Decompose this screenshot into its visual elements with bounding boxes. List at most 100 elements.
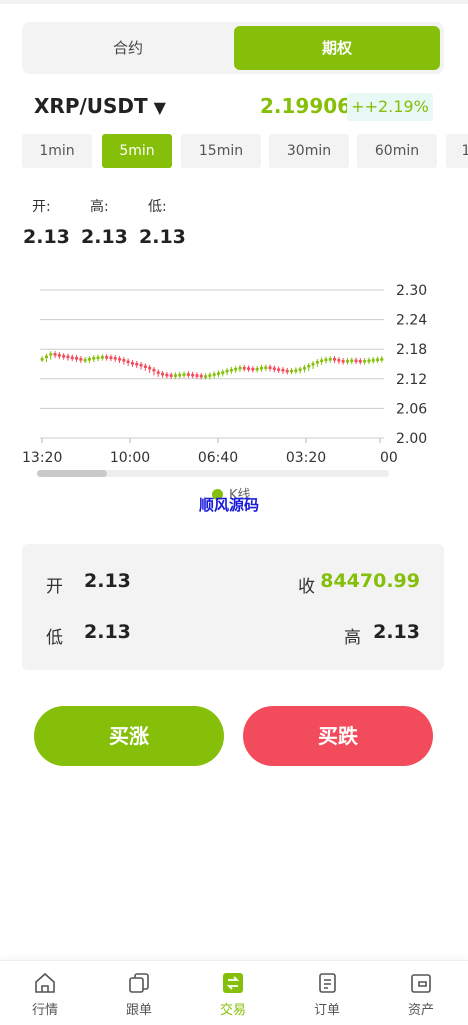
- bottom-nav: 行情 跟单 交易 订单 资产: [0, 960, 468, 1025]
- candle: [345, 360, 349, 363]
- candle: [212, 373, 216, 376]
- candle: [135, 363, 139, 366]
- candle: [191, 373, 195, 377]
- nav-label-trade: 交易: [219, 1003, 246, 1018]
- candle: [242, 366, 246, 370]
- candle: [139, 363, 143, 367]
- price-change-badge: ++2.19%: [347, 93, 433, 121]
- y-tick-label: 2.30: [396, 283, 427, 299]
- candle: [307, 364, 311, 368]
- candle: [156, 371, 160, 374]
- wallet-icon: [411, 974, 431, 993]
- interval-30min[interactable]: 30min: [269, 134, 349, 168]
- buy-up-button[interactable]: 买涨: [34, 706, 224, 766]
- interval-1min[interactable]: 1min: [22, 134, 92, 168]
- candle: [195, 374, 199, 377]
- nav-item-market[interactable]: 行情: [15, 969, 75, 1018]
- candle: [62, 355, 66, 358]
- candle: [272, 367, 276, 370]
- y-tick-label: 2.06: [396, 401, 427, 417]
- summary-low-label: 低: [46, 628, 63, 648]
- home-icon: [35, 972, 55, 993]
- candle: [57, 354, 61, 357]
- nav-label-assets: 资产: [407, 1003, 434, 1018]
- copy-icon: [129, 973, 149, 993]
- candle: [251, 367, 255, 371]
- candle: [49, 353, 53, 356]
- caret-down-icon: ▼: [153, 98, 166, 117]
- tab-contract[interactable]: 合约: [28, 26, 228, 70]
- candle: [341, 360, 345, 363]
- nav-item-trade[interactable]: 交易: [203, 969, 263, 1018]
- interval-15min[interactable]: 15min: [181, 134, 261, 168]
- interval-bar: 1min 5min 15min 30min 60min 1: [22, 134, 468, 168]
- candle: [152, 368, 156, 372]
- candle: [92, 357, 96, 360]
- y-tick-label: 2.18: [396, 342, 427, 358]
- candle: [333, 358, 337, 361]
- nav-item-assets[interactable]: 资产: [391, 969, 451, 1018]
- nav-label-orders: 订单: [313, 1003, 340, 1018]
- candle: [350, 359, 354, 363]
- candle: [363, 360, 367, 363]
- candle: [298, 368, 302, 371]
- candle: [337, 359, 341, 362]
- orders-icon: [319, 973, 336, 993]
- summary-card: 开 2.13 收 84470.99 低 2.13 高 2.13: [22, 544, 444, 670]
- candle: [186, 373, 190, 376]
- summary-high-label: 高: [344, 628, 361, 648]
- candle: [105, 356, 109, 359]
- summary-close-value: 84470.99: [320, 570, 420, 592]
- candle: [302, 366, 306, 370]
- candle: [268, 366, 272, 369]
- interval-more[interactable]: 1: [446, 134, 468, 168]
- candle: [118, 358, 122, 361]
- candle: [148, 366, 152, 370]
- summary-open-label: 开: [46, 577, 63, 597]
- candle: [320, 359, 324, 363]
- kline-chart[interactable]: 2.30 2.24 2.18 2.12 2.06 2.00 13:20 10:00 06:40 0…: [22, 276, 446, 468]
- nav-item-orders[interactable]: 订单: [297, 969, 357, 1018]
- candle: [122, 359, 126, 362]
- trade-type-tabs: 合约 期权: [22, 22, 444, 74]
- nav-item-copy[interactable]: 跟单: [109, 969, 169, 1018]
- interval-60min[interactable]: 60min: [357, 134, 437, 168]
- candle: [221, 371, 225, 374]
- x-tick-label: 13:20: [22, 450, 62, 466]
- pair-symbol: XRP/USDT: [34, 94, 148, 118]
- x-tick-label: 06:40: [198, 450, 238, 466]
- candle: [247, 367, 251, 370]
- candle: [66, 355, 70, 359]
- candle: [204, 375, 208, 378]
- candle: [109, 356, 113, 360]
- candle: [79, 358, 83, 361]
- summary-close-label: 收: [298, 577, 315, 597]
- interval-5min[interactable]: 5min: [102, 134, 172, 168]
- buy-down-button[interactable]: 买跌: [243, 706, 433, 766]
- candle: [83, 359, 87, 362]
- candle: [53, 353, 57, 356]
- candle: [126, 360, 130, 364]
- current-price: 2.19906: [260, 94, 352, 118]
- candle: [182, 373, 186, 376]
- candle: [324, 358, 328, 362]
- candle: [165, 373, 169, 377]
- ohl-high-label: 高:: [90, 199, 109, 215]
- candle: [208, 374, 212, 377]
- candle: [44, 355, 48, 359]
- chart-scroll-thumb[interactable]: [37, 470, 107, 477]
- ohl-open-label: 开:: [32, 199, 51, 215]
- candle: [87, 358, 91, 361]
- candle: [229, 368, 233, 372]
- ohl-open-value: 2.13: [23, 226, 70, 248]
- pair-selector[interactable]: XRP/USDT ▼: [34, 94, 166, 118]
- candle: [376, 358, 380, 362]
- candle: [311, 363, 315, 366]
- candle: [199, 374, 203, 378]
- candle: [328, 358, 332, 361]
- nav-label-market: 行情: [31, 1003, 58, 1018]
- candle: [380, 358, 384, 361]
- tab-options[interactable]: 期权: [234, 26, 440, 70]
- y-tick-label: 2.24: [396, 313, 427, 329]
- top-divider: [0, 0, 468, 4]
